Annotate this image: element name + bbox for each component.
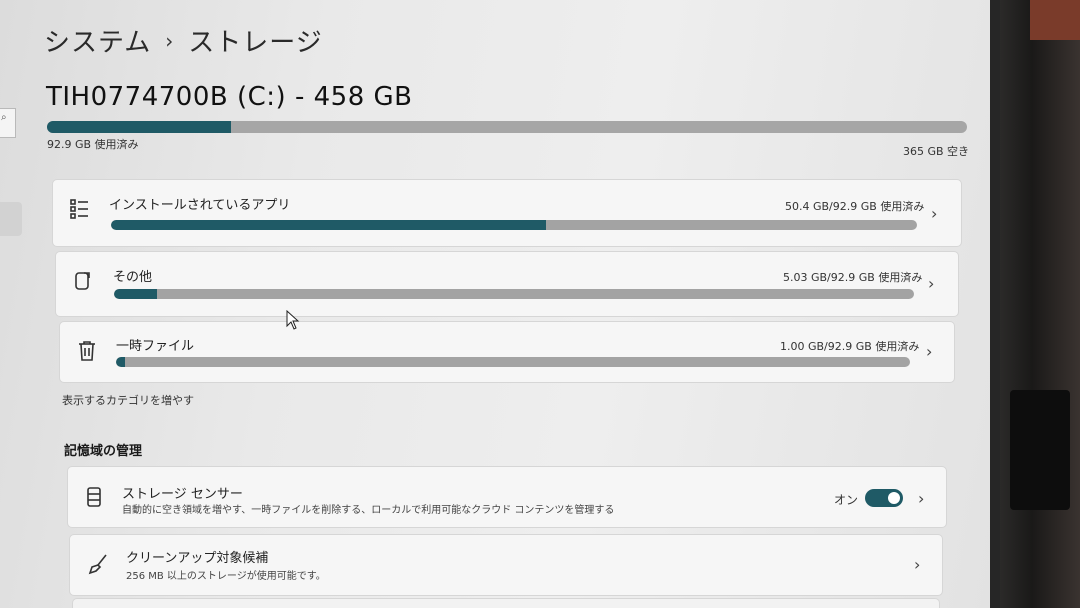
search-box[interactable]: ⌕ — [0, 108, 16, 138]
category-bar — [116, 357, 910, 367]
category-bar-fill — [114, 289, 158, 299]
background-desk — [1000, 0, 1080, 608]
breadcrumb-separator: › — [165, 28, 175, 53]
cleanup-title: クリーンアップ対象候補 — [126, 551, 269, 566]
category-value: 50.4 GB/92.9 GB 使用済み — [785, 200, 925, 213]
category-value: 1.00 GB/92.9 GB 使用済み — [780, 340, 920, 353]
category-bar-fill — [111, 220, 547, 230]
next-card-partial[interactable] — [72, 598, 940, 608]
show-more-categories-link[interactable]: 表示するカテゴリを増やす — [62, 392, 194, 408]
chevron-right-icon: › — [928, 274, 935, 293]
trash-icon — [78, 340, 96, 366]
category-temp-files[interactable]: 一時ファイル 1.00 GB/92.9 GB 使用済み › — [59, 321, 955, 383]
chevron-right-icon: › — [931, 204, 938, 223]
mouse-cursor-icon — [286, 309, 300, 334]
chevron-right-icon: › — [914, 555, 921, 574]
nav-item-selected[interactable] — [0, 202, 22, 236]
storage-sense-toggle[interactable] — [865, 489, 903, 507]
apps-list-icon — [69, 198, 89, 224]
category-value: 5.03 GB/92.9 GB 使用済み — [783, 271, 923, 284]
storage-sense-title: ストレージ センサー — [122, 487, 243, 502]
breadcrumb: システム › ストレージ — [44, 22, 323, 59]
desk-object — [1030, 0, 1080, 40]
category-bar-fill — [116, 357, 125, 367]
desk-object-dark — [1010, 390, 1070, 510]
settings-window: システム › ストレージ ⌕ TIH0774700B (C:) - 458 GB… — [0, 0, 1000, 608]
drive-used-text: 92.9 GB 使用済み — [47, 138, 139, 151]
toggle-knob — [888, 492, 900, 504]
other-storage-icon — [74, 270, 92, 296]
storage-management-heading: 記憶域の管理 — [64, 444, 143, 459]
category-label: インストールされているアプリ — [109, 198, 291, 213]
breadcrumb-system[interactable]: システム — [44, 22, 151, 59]
search-icon: ⌕ — [1, 112, 7, 123]
drive-usage-bar — [47, 121, 967, 133]
category-bar — [111, 220, 917, 230]
category-installed-apps[interactable]: インストールされているアプリ 50.4 GB/92.9 GB 使用済み › — [52, 179, 962, 247]
toggle-label: オン — [834, 493, 859, 507]
cleanup-description: 256 MB 以上のストレージが使用可能です。 — [126, 571, 326, 582]
chevron-right-icon: › — [926, 342, 933, 361]
storage-sense-icon — [86, 487, 102, 511]
drive-usage-fill — [47, 121, 231, 133]
broom-icon — [88, 553, 108, 579]
cleanup-recommendations-card[interactable]: クリーンアップ対象候補 256 MB 以上のストレージが使用可能です。 › — [69, 534, 943, 596]
category-label: その他 — [113, 270, 153, 285]
drive-title: TIH0774700B (C:) - 458 GB — [46, 82, 413, 112]
category-other[interactable]: その他 5.03 GB/92.9 GB 使用済み › — [55, 251, 959, 317]
category-bar — [114, 289, 914, 299]
drive-free-text: 365 GB 空き — [903, 145, 970, 158]
breadcrumb-storage: ストレージ — [188, 28, 323, 58]
chevron-right-icon: › — [918, 489, 925, 508]
storage-sense-card[interactable]: ストレージ センサー 自動的に空き領域を増やす、一時ファイルを削除する、ローカル… — [67, 466, 947, 528]
category-label: 一時ファイル — [116, 339, 195, 354]
storage-sense-description: 自動的に空き領域を増やす、一時ファイルを削除する、ローカルで利用可能なクラウド … — [122, 505, 615, 516]
